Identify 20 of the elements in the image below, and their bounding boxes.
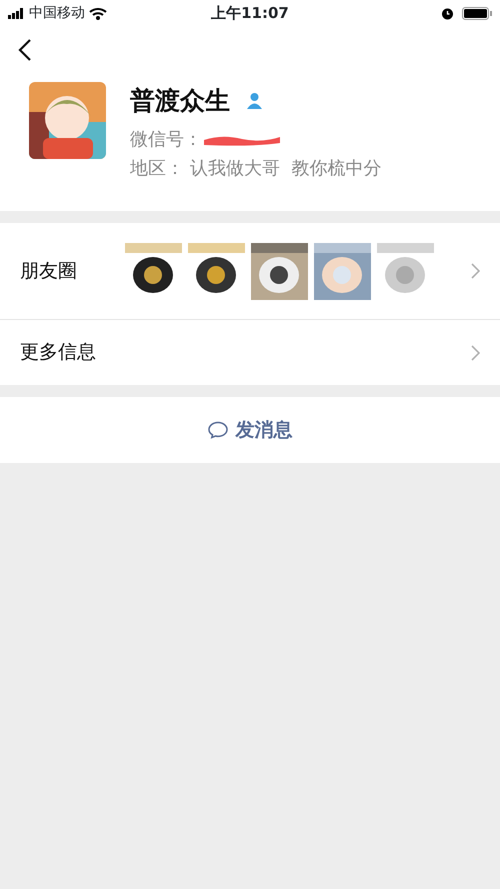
carrier-text: 中国移动 xyxy=(29,4,85,22)
chevron-icon xyxy=(471,263,480,279)
list-row[interactable]: 更多信息 xyxy=(0,319,500,385)
chevron-icon xyxy=(471,344,480,360)
row-label: 更多信息 xyxy=(20,340,96,366)
region-label: 地区： xyxy=(130,156,184,180)
signal-icon xyxy=(8,8,25,18)
wifi-icon xyxy=(89,6,107,20)
battery-icon xyxy=(462,6,492,20)
list-row[interactable]: 朋友圈 xyxy=(0,223,500,319)
back-icon[interactable] xyxy=(18,38,32,62)
status-time: 上午11:07 xyxy=(210,2,290,24)
send-message-button[interactable]: 发消息 xyxy=(202,414,298,446)
contact-name: 普渡众生 xyxy=(130,85,230,117)
region-value: 认我做大哥 教你梳中分 xyxy=(190,156,382,180)
row-label: 朋友圈 xyxy=(20,258,77,284)
alarm-icon xyxy=(441,6,454,20)
wechat-id-label: 微信号： xyxy=(130,128,202,152)
person-icon xyxy=(246,92,263,110)
chat-bubble-icon xyxy=(208,421,228,439)
